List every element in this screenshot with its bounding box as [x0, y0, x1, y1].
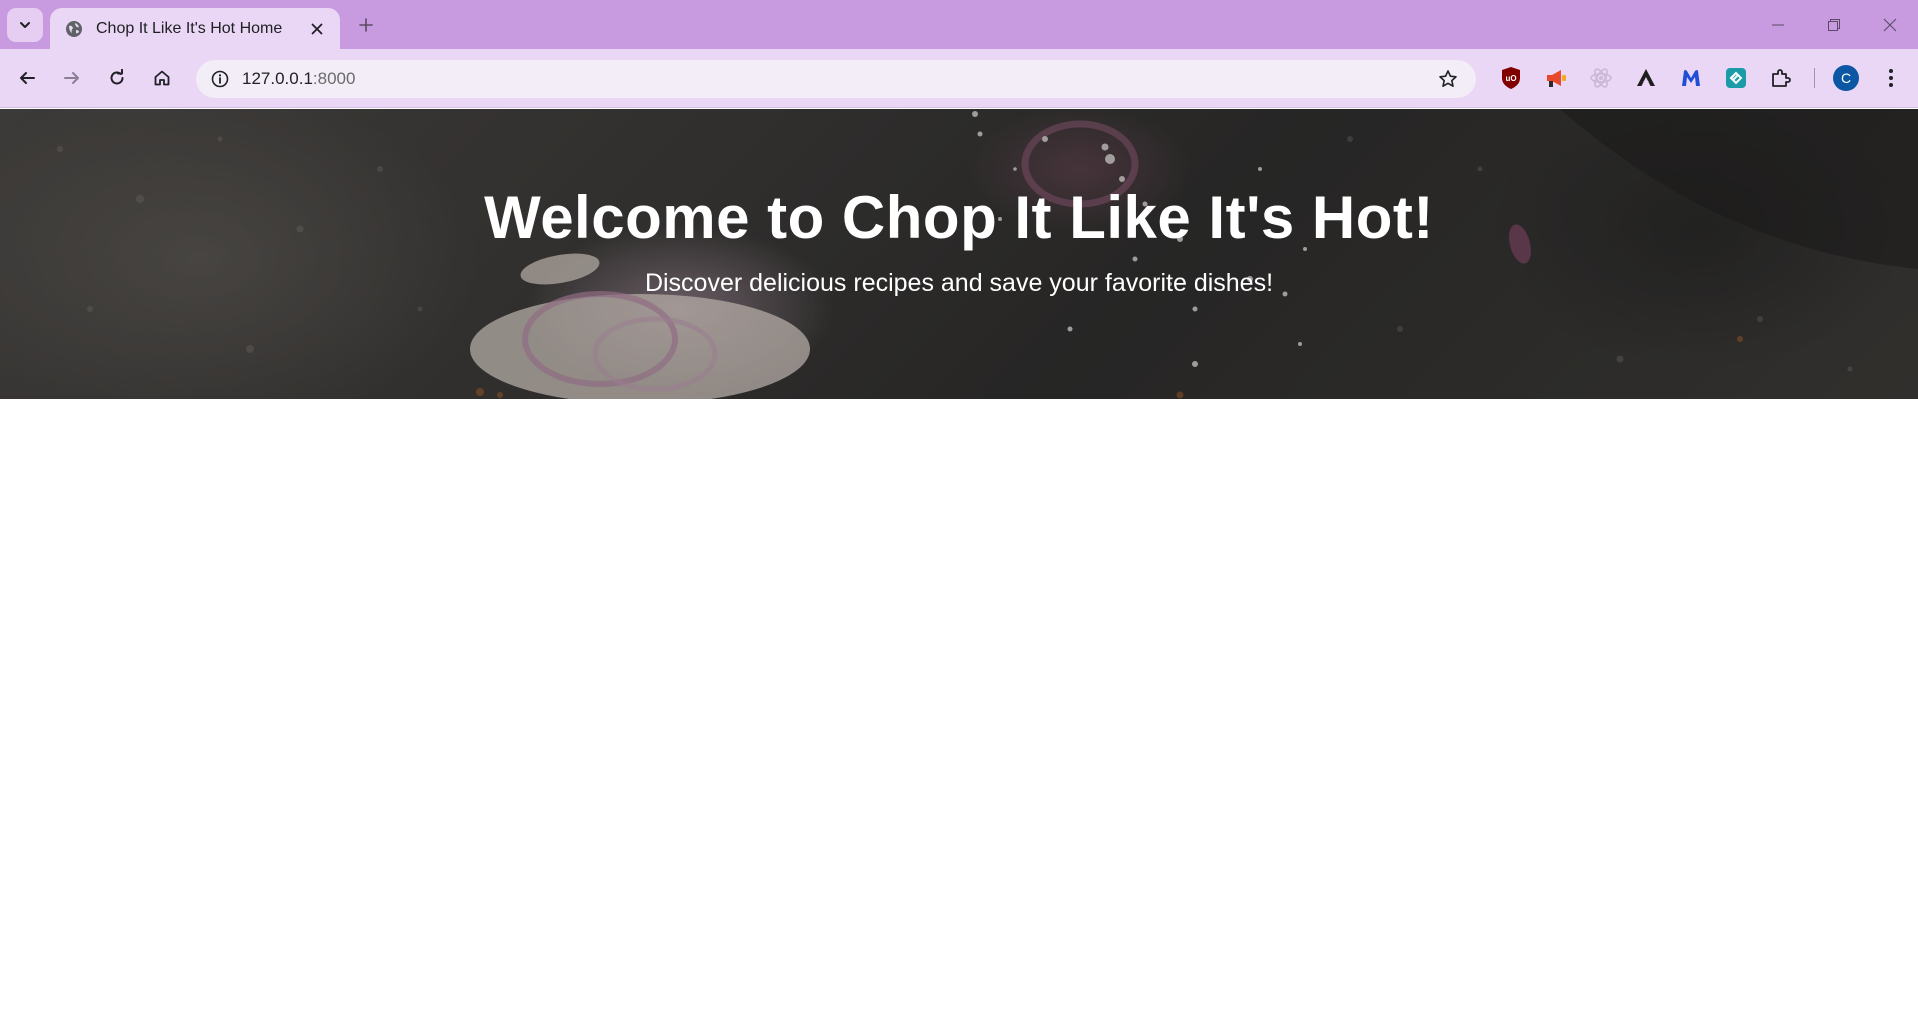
hero-subtitle: Discover delicious recipes and save your… — [644, 269, 1274, 297]
browser-tab-active[interactable]: Chop It Like It's Hot Home — [50, 8, 340, 49]
new-tab-button[interactable] — [352, 11, 380, 39]
home-button[interactable] — [145, 61, 179, 95]
back-button[interactable] — [10, 61, 44, 95]
restore-icon — [1828, 18, 1840, 31]
megaphone-extension-icon[interactable] — [1539, 61, 1573, 95]
react-devtools-extension-icon[interactable] — [1584, 61, 1618, 95]
close-icon — [1883, 18, 1897, 31]
arrow-left-icon — [20, 72, 35, 84]
hero-title: Welcome to Chop It Like It's Hot! — [484, 184, 1434, 251]
browser-tabstrip: Chop It Like It's Hot Home — [0, 0, 1918, 49]
extensions-area: uO C — [1494, 61, 1918, 95]
plus-icon — [359, 18, 373, 32]
url-host: 127.0.0.1 — [242, 69, 313, 88]
url-port: :8000 — [312, 69, 356, 88]
restore-button[interactable] — [1806, 0, 1862, 49]
ublock-extension-icon[interactable]: uO — [1494, 61, 1528, 95]
reload-icon — [110, 69, 124, 85]
arrow-right-icon — [64, 72, 79, 84]
site-info-icon[interactable] — [206, 65, 234, 93]
minimize-icon — [1772, 24, 1784, 25]
close-icon — [311, 23, 323, 34]
tab-title: Chop It Like It's Hot Home — [96, 19, 283, 37]
malwarebytes-extension-icon[interactable] — [1674, 61, 1708, 95]
teal-extension-icon[interactable] — [1719, 61, 1753, 95]
chevron-down-icon — [20, 22, 30, 28]
browser-toolbar: 127.0.0.1:8000 uO C — [0, 49, 1918, 108]
hero-banner: Welcome to Chop It Like It's Hot! Discov… — [0, 109, 1918, 399]
more-vertical-icon — [1889, 69, 1893, 87]
hero-overlay — [0, 109, 1918, 399]
close-window-button[interactable] — [1862, 0, 1918, 49]
forward-button[interactable] — [55, 61, 89, 95]
minimize-button[interactable] — [1750, 0, 1806, 49]
angular-extension-icon[interactable] — [1629, 61, 1663, 95]
profile-button[interactable]: C — [1829, 61, 1863, 95]
url-text[interactable]: 127.0.0.1:8000 — [242, 69, 1432, 89]
avatar: C — [1833, 65, 1859, 91]
toolbar-separator — [1814, 68, 1815, 88]
window-controls — [1750, 0, 1918, 49]
reload-button[interactable] — [100, 61, 134, 95]
tab-search-button[interactable] — [7, 8, 43, 42]
browser-menu-button[interactable] — [1874, 61, 1908, 95]
globe-icon — [64, 19, 84, 39]
home-icon — [154, 70, 170, 86]
bookmark-star-icon[interactable] — [1432, 63, 1464, 95]
page-viewport: Welcome to Chop It Like It's Hot! Discov… — [0, 109, 1918, 1012]
puzzle-extensions-icon[interactable] — [1764, 61, 1798, 95]
svg-text:uO: uO — [1505, 74, 1516, 83]
tab-close-button[interactable] — [306, 18, 328, 40]
address-bar[interactable]: 127.0.0.1:8000 — [196, 60, 1476, 98]
